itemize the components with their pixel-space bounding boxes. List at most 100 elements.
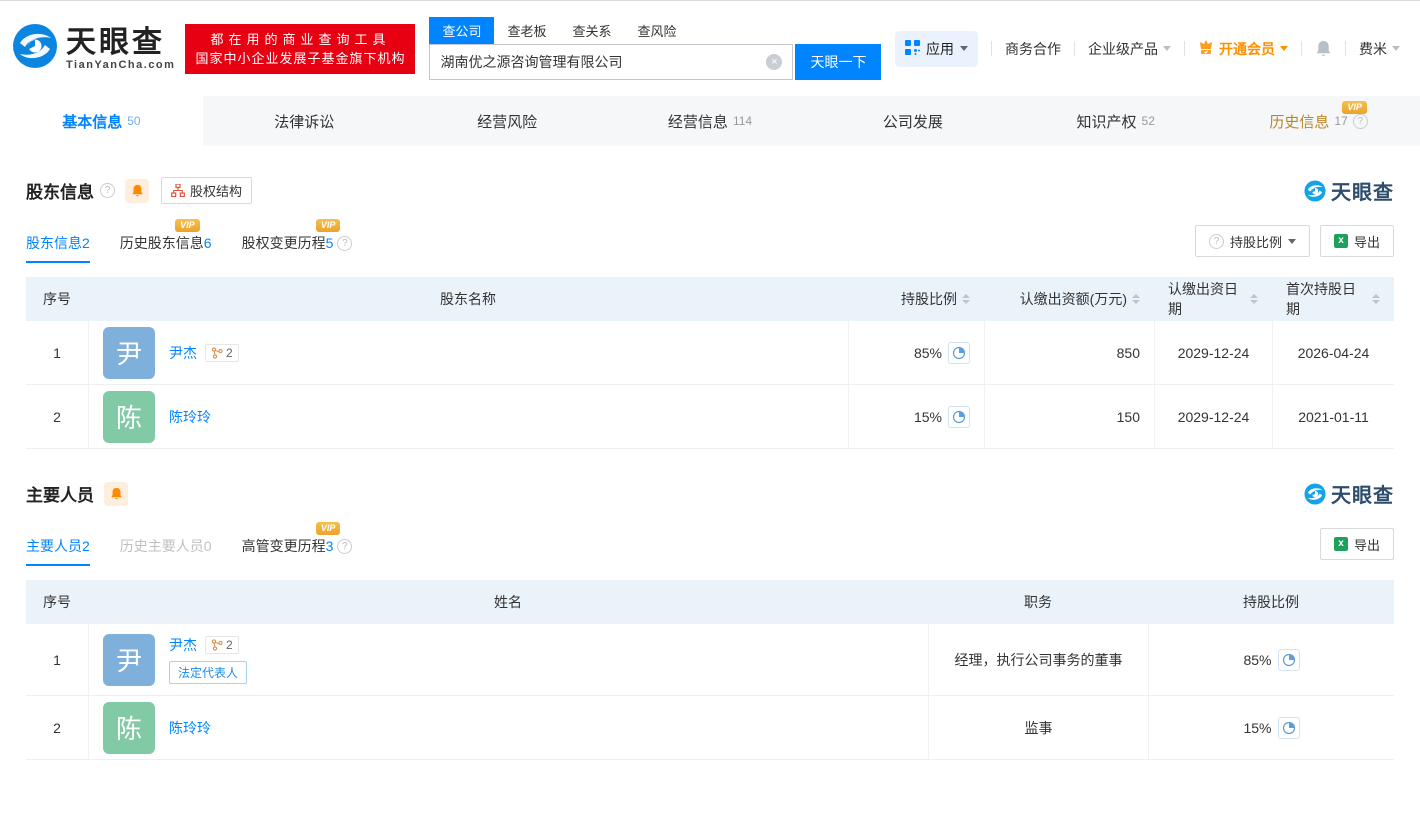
header-right-nav: 应用 商务合作 企业级产品 开通会员 费米 [895, 31, 1400, 67]
search-input[interactable] [440, 54, 766, 70]
business-coop-link[interactable]: 商务合作 [1005, 39, 1061, 59]
avatar: 陈 [103, 702, 155, 754]
col-ratio[interactable]: 持股比例 [848, 289, 984, 309]
avatar: 陈 [103, 391, 155, 443]
vip-badge: VIP [1342, 101, 1367, 114]
chevron-down-icon [1280, 46, 1288, 51]
tab-label: 知识产权 [1077, 111, 1137, 132]
search-tab-relation[interactable]: 查关系 [559, 17, 624, 44]
table-row: 2 陈 陈玲玲 监事 15% [26, 696, 1394, 760]
divider [991, 41, 992, 56]
shareholders-tab-equity-changes[interactable]: VIP 股权变更历程 5 ? [242, 233, 353, 263]
notification-bell-button[interactable] [1315, 40, 1332, 58]
shareholders-tab-history[interactable]: VIP 历史股东信息 6 [120, 233, 212, 263]
pie-chart-icon[interactable] [948, 406, 970, 428]
export-button[interactable]: x 导出 [1320, 528, 1394, 560]
open-vip-link[interactable]: 开通会员 [1198, 39, 1288, 59]
shareholders-section: 股东信息 ? 股权结构 天眼查 股东信息 2 VIP 历史股东信息 6 [26, 176, 1394, 449]
enterprise-product-link[interactable]: 企业级产品 [1088, 39, 1171, 59]
tab-count: 2 [82, 235, 90, 251]
monitor-bell-button[interactable] [125, 179, 149, 203]
tab-intellectual-property[interactable]: 知识产权 52 [1014, 96, 1217, 146]
tab-count: 5 [326, 235, 334, 251]
tab-history-info[interactable]: VIP 历史信息 17 ? [1217, 96, 1420, 146]
col-amount[interactable]: 认缴出资额(万元) [984, 289, 1154, 309]
tab-label: 股权变更历程 [242, 233, 326, 253]
ratio-value: 15% [1243, 720, 1271, 736]
personnel-tab-current[interactable]: 主要人员 2 [26, 536, 90, 566]
search-input-wrap: × [429, 44, 793, 80]
apps-menu-button[interactable]: 应用 [895, 31, 978, 67]
row-index: 2 [26, 696, 88, 759]
help-icon[interactable]: ? [337, 539, 352, 554]
shareholder-name-link[interactable]: 尹杰 [169, 343, 197, 363]
related-companies-badge[interactable]: 2 [205, 344, 239, 362]
apps-menu-label: 应用 [926, 39, 954, 59]
related-companies-badge[interactable]: 2 [205, 636, 239, 654]
sort-icon[interactable] [1250, 294, 1258, 304]
tab-legal-proceedings[interactable]: 法律诉讼 [203, 96, 406, 146]
help-icon[interactable]: ? [337, 236, 352, 251]
divider [1345, 41, 1346, 56]
tab-count: 50 [127, 114, 140, 128]
search-tab-risk[interactable]: 查风险 [625, 17, 690, 44]
tab-label: 高管变更历程 [242, 536, 326, 556]
key-personnel-section: 主要人员 天眼查 主要人员 2 历史主要人员 0 VIP 高管变更历程 3 [26, 479, 1394, 760]
personnel-table-header: 序号 姓名 职务 持股比例 [26, 580, 1394, 624]
personnel-tab-exec-changes[interactable]: VIP 高管变更历程 3 ? [242, 536, 353, 566]
tianyancha-watermark: 天眼查 [1304, 479, 1394, 508]
tab-operational-risk[interactable]: 经营风险 [406, 96, 609, 146]
promo-line-2: 国家中小企业发展子基金旗下机构 [195, 49, 405, 68]
tab-business-info[interactable]: 经营信息 114 [609, 96, 812, 146]
ratio-value: 15% [914, 409, 942, 425]
pie-chart-icon[interactable] [1278, 649, 1300, 671]
ratio-filter-button[interactable]: ? 持股比例 [1195, 225, 1310, 257]
shareholders-tab-current[interactable]: 股东信息 2 [26, 233, 90, 263]
shareholder-name-link[interactable]: 陈玲玲 [169, 407, 211, 427]
sort-icon[interactable] [1132, 294, 1140, 304]
pie-chart-icon[interactable] [1278, 717, 1300, 739]
equity-structure-button[interactable]: 股权结构 [161, 177, 252, 204]
search-button[interactable]: 天眼一下 [795, 44, 881, 80]
col-sub-date[interactable]: 认缴出资日期 [1154, 279, 1272, 319]
chevron-down-icon [960, 46, 968, 51]
tab-basic-info[interactable]: 基本信息 50 [0, 96, 203, 146]
first-holding-date: 2026-04-24 [1272, 321, 1394, 384]
table-row: 1 尹 尹杰 2 85% 850 2029-12-24 2026-04-24 [26, 321, 1394, 385]
clear-search-icon[interactable]: × [766, 54, 782, 70]
person-name-link[interactable]: 陈玲玲 [169, 718, 211, 738]
amount-value: 850 [984, 321, 1154, 384]
user-menu[interactable]: 费米 [1359, 39, 1400, 59]
bell-icon [110, 487, 123, 501]
search-type-tabs: 查公司 查老板 查关系 查风险 [429, 17, 881, 44]
vip-badge: VIP [175, 219, 200, 232]
position-value: 监事 [928, 696, 1148, 759]
help-icon[interactable]: ? [1353, 114, 1368, 129]
row-index: 1 [26, 321, 88, 384]
pie-chart-icon[interactable] [948, 342, 970, 364]
export-button[interactable]: x 导出 [1320, 225, 1394, 257]
ratio-value: 85% [914, 345, 942, 361]
open-vip-label: 开通会员 [1219, 39, 1275, 59]
person-name-link[interactable]: 尹杰 [169, 635, 197, 655]
search-tab-boss[interactable]: 查老板 [494, 17, 559, 44]
sort-icon[interactable] [962, 294, 970, 304]
personnel-tab-history[interactable]: 历史主要人员 0 [120, 536, 212, 566]
shareholders-table-header: 序号 股东名称 持股比例 认缴出资额(万元) 认缴出资日期 首次持股日期 [26, 277, 1394, 321]
chevron-down-icon [1163, 46, 1171, 51]
search-area: 查公司 查老板 查关系 查风险 × 天眼一下 [429, 17, 881, 80]
tab-label: 法律诉讼 [274, 111, 334, 132]
org-chart-icon [171, 184, 185, 197]
tab-label: 经营信息 [668, 111, 728, 132]
related-count: 2 [226, 638, 233, 652]
help-icon[interactable]: ? [100, 183, 115, 198]
search-tab-company[interactable]: 查公司 [429, 17, 494, 44]
table-row: 1 尹 尹杰 2 法定代表人 经理，执行公司事务的董事 [26, 624, 1394, 696]
tab-company-development[interactable]: 公司发展 [811, 96, 1014, 146]
sort-icon[interactable] [1372, 294, 1380, 304]
tianyancha-logo[interactable]: 天眼查 TianYanCha.com [12, 23, 175, 74]
brand-domain: TianYanCha.com [66, 59, 175, 71]
col-first-date[interactable]: 首次持股日期 [1272, 279, 1394, 319]
monitor-bell-button[interactable] [104, 482, 128, 506]
tab-label: 股东信息 [26, 233, 82, 253]
